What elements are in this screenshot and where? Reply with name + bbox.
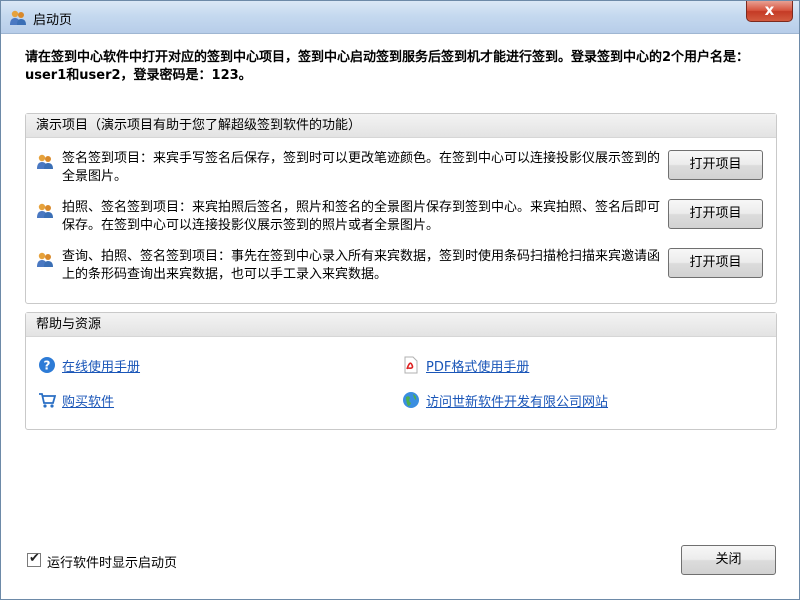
project-description: 拍照、签名签到项目：来宾拍照后签名，照片和签名的全景图片保存到签到中心。来宾拍照…	[62, 200, 661, 233]
users-icon	[37, 203, 53, 218]
window-close-button[interactable]: x	[746, 1, 793, 22]
pdf-icon	[404, 356, 418, 374]
intro-text: 请在签到中心软件中打开对应的签到中心项目，签到中心启动签到服务后签到机才能进行签…	[25, 50, 750, 83]
demo-projects-header: 演示项目（演示项目有助于您了解超级签到软件的功能）	[26, 114, 776, 138]
project-description: 签名签到项目：来宾手写签名后保存，签到时可以更改笔迹颜色。在签到中心可以连接投影…	[62, 151, 661, 184]
close-icon: x	[764, 1, 775, 19]
show-on-start-label[interactable]: 运行软件时显示启动页	[47, 552, 177, 571]
title-bar[interactable]: 启动页 x	[1, 1, 799, 34]
open-project-button[interactable]: 打开项目	[668, 199, 763, 229]
check-mark-icon: ✔	[29, 551, 40, 566]
checkbox-box[interactable]: ✔	[27, 551, 41, 567]
project-row: 拍照、签名签到项目：来宾拍照后签名，照片和签名的全景图片保存到签到中心。来宾拍照…	[36, 199, 766, 239]
buy-software-label[interactable]: 购买软件	[62, 391, 114, 410]
shopping-cart-icon	[39, 393, 56, 408]
help-resources-header: 帮助与资源	[26, 313, 776, 337]
help-icon: ?	[39, 357, 55, 373]
open-project-button[interactable]: 打开项目	[668, 248, 763, 278]
visit-website-label[interactable]: 访问世新软件开发有限公司网站	[426, 391, 608, 410]
demo-projects-group: 演示项目（演示项目有助于您了解超级签到软件的功能） 签名签到项目：来宾手写签名后…	[25, 113, 777, 304]
close-button[interactable]: 关闭	[681, 545, 776, 575]
open-project-button[interactable]: 打开项目	[668, 150, 763, 180]
project-row: 查询、拍照、签名签到项目：事先在签到中心录入所有来宾数据，签到时使用条码扫描枪扫…	[36, 248, 766, 288]
svg-text:?: ?	[44, 359, 51, 373]
window-title: 启动页	[33, 13, 73, 28]
help-resources-group: 帮助与资源 ? 在线使用手册 PDF格式使用手册 购买软件 访问世新软件开发有限…	[25, 312, 777, 430]
project-row: 签名签到项目：来宾手写签名后保存，签到时可以更改笔迹颜色。在签到中心可以连接投影…	[36, 150, 766, 190]
users-icon	[10, 10, 26, 25]
pdf-manual-label[interactable]: PDF格式使用手册	[426, 356, 529, 375]
users-icon	[37, 154, 53, 169]
users-icon	[37, 252, 53, 267]
online-manual-label[interactable]: 在线使用手册	[62, 356, 140, 375]
content-area: 请在签到中心软件中打开对应的签到中心项目，签到中心启动签到服务后签到机才能进行签…	[9, 35, 791, 591]
startup-window: 启动页 x 请在签到中心软件中打开对应的签到中心项目，签到中心启动签到服务后签到…	[0, 0, 800, 600]
globe-icon	[403, 392, 419, 408]
project-description: 查询、拍照、签名签到项目：事先在签到中心录入所有来宾数据，签到时使用条码扫描枪扫…	[62, 249, 661, 282]
